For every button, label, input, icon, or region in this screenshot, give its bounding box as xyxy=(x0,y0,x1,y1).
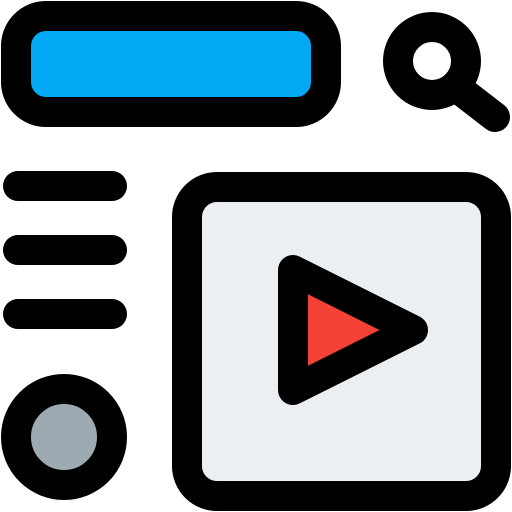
magnifier-icon xyxy=(383,12,510,132)
search-bar xyxy=(1,1,341,127)
icon-svg xyxy=(1,1,511,511)
avatar-circle xyxy=(1,374,127,500)
video-search-webpage-icon xyxy=(0,0,512,512)
menu-lines xyxy=(3,171,127,329)
